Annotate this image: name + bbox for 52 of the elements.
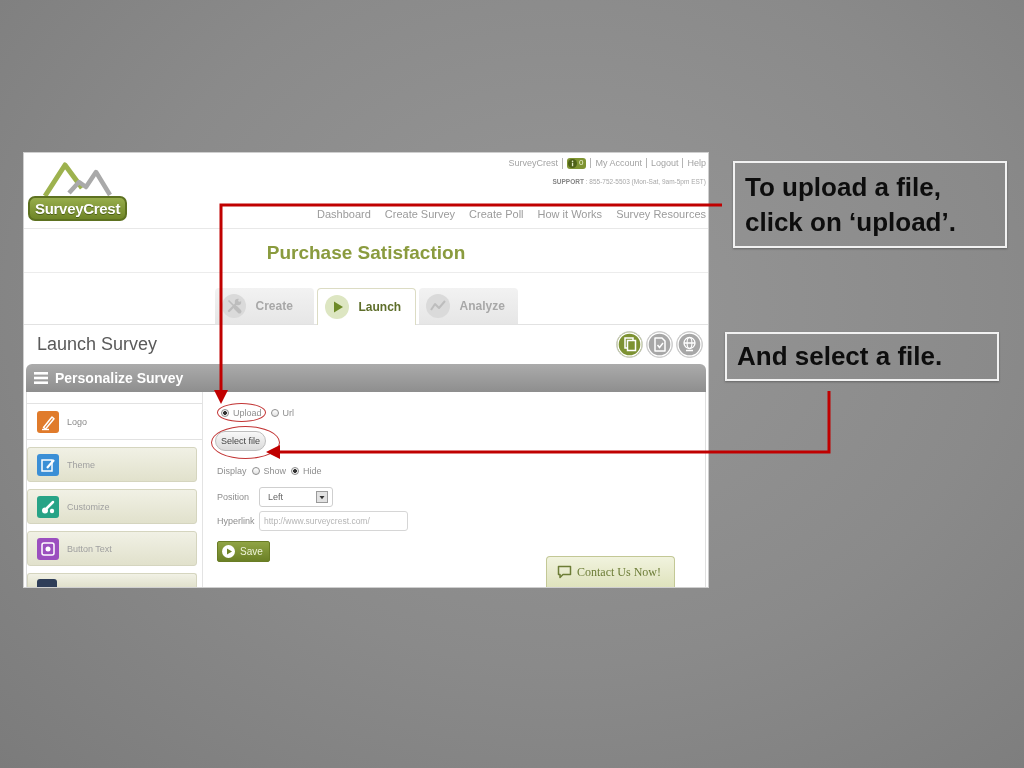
tab[interactable]: Create — [214, 288, 314, 324]
select-file-button[interactable]: Select file — [215, 431, 267, 451]
logo-text: SurveyCrest — [28, 196, 128, 221]
field-label: Position — [217, 492, 251, 502]
nav-link[interactable]: Survey Resources — [616, 208, 706, 220]
contact-tab[interactable]: Contact Us Now! — [546, 556, 675, 587]
top-link[interactable]: Help — [687, 158, 706, 168]
play-icon — [324, 295, 349, 319]
mountains-icon — [42, 160, 112, 198]
tools-icon — [221, 294, 246, 318]
radio-label: Show — [263, 465, 287, 476]
line-chart-icon — [425, 294, 450, 318]
radio-button[interactable] — [221, 408, 229, 417]
radio-button[interactable] — [251, 466, 260, 475]
caret-icon — [316, 491, 328, 503]
section-title: Launch Survey — [37, 334, 158, 355]
nav-link[interactable]: Dashboard — [316, 208, 371, 220]
save-button[interactable]: Save — [217, 541, 270, 562]
radio-label: Hide — [303, 465, 322, 476]
nav-link[interactable]: How it Works — [537, 208, 603, 220]
field-label: Display — [217, 465, 247, 476]
tab[interactable]: Analyze — [418, 288, 518, 324]
menu-icon[interactable] — [34, 372, 48, 384]
radio-button[interactable] — [270, 408, 279, 417]
position-select[interactable]: Left — [259, 487, 333, 507]
info-icon — [567, 158, 577, 168]
nav-link[interactable]: Create Poll — [469, 208, 524, 220]
radio-button[interactable] — [291, 466, 300, 475]
survey-title: Purchase Satisfaction — [266, 242, 466, 264]
nav-link[interactable]: Create Survey — [384, 208, 456, 220]
tab[interactable]: Launch — [316, 288, 416, 325]
notification-badge[interactable]: 0 — [566, 157, 587, 169]
play-icon — [222, 545, 235, 558]
sidebar-item[interactable]: Customize — [27, 489, 197, 524]
hyperlink-field[interactable]: http://www.surveycrest.com/ — [259, 511, 408, 531]
callout: To upload a file, click on ‘upload’. — [733, 161, 1007, 248]
sidebar-item[interactable]: Button Text — [27, 531, 197, 566]
document-check-icon[interactable] — [646, 331, 673, 358]
top-link[interactable]: My Account — [595, 158, 642, 168]
callout: And select a file. — [725, 332, 999, 381]
top-link[interactable]: Logout — [650, 158, 679, 168]
top-link[interactable]: SurveyCrest — [508, 158, 558, 168]
sidebar-item[interactable]: Logo — [27, 403, 202, 440]
radio-label: Upload — [233, 407, 262, 418]
panel-title: Personalize Survey — [55, 370, 184, 386]
sidebar-item[interactable] — [27, 573, 197, 587]
sidebar-item[interactable]: Theme — [27, 447, 197, 482]
radio-label: Url — [282, 407, 295, 418]
chat-bubble-icon — [557, 565, 572, 579]
field-label: Hyperlink — [217, 516, 256, 526]
globe-icon[interactable] — [676, 331, 703, 358]
copy-icon[interactable] — [616, 331, 643, 358]
